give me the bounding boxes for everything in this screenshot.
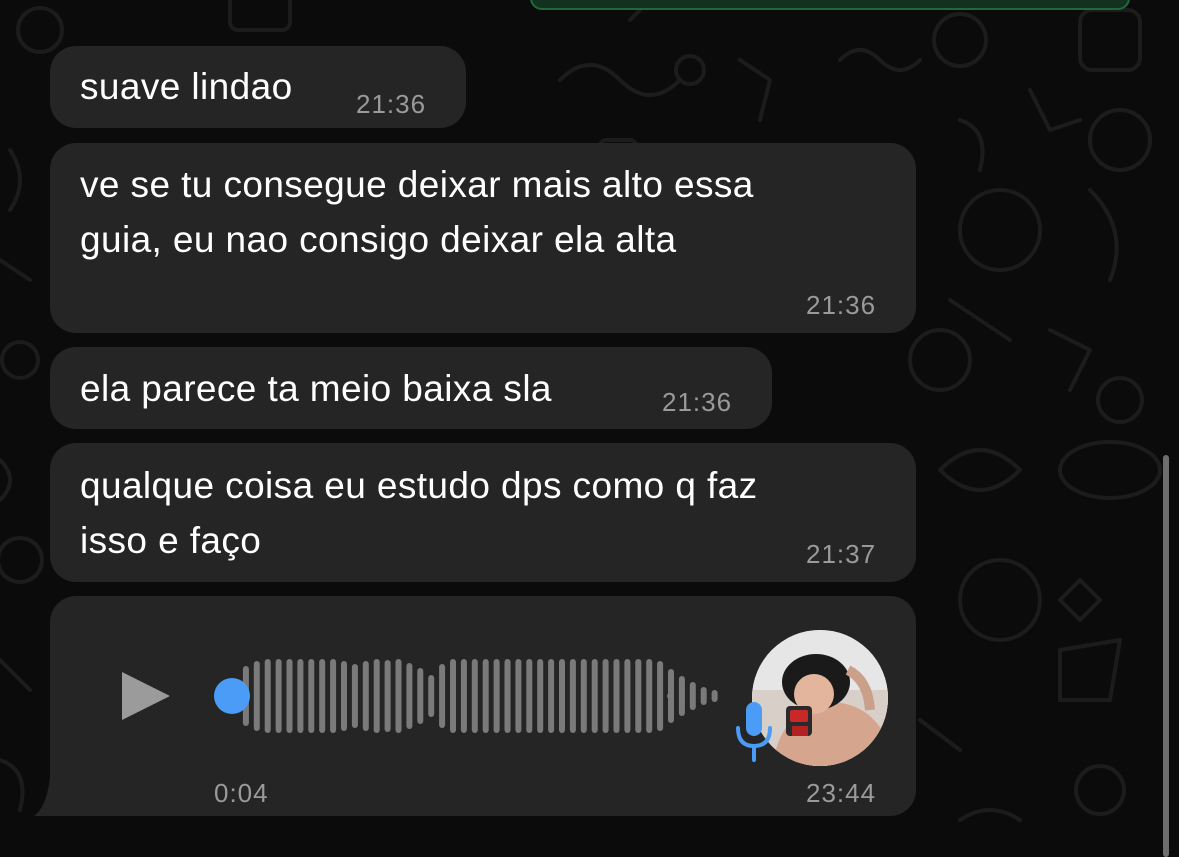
received-message[interactable]: ela parece ta meio baixa sla 21:36: [50, 347, 772, 429]
scrollbar[interactable]: [1163, 455, 1169, 857]
play-icon[interactable]: [118, 668, 174, 724]
message-timestamp: 21:36: [356, 89, 427, 119]
bubble-tail: [34, 778, 68, 816]
sent-message-edge[interactable]: [530, 0, 1130, 10]
received-message[interactable]: qualque coisa eu estudo dps como q faz i…: [50, 443, 916, 582]
message-timestamp: 23:44: [806, 778, 877, 808]
message-timestamp: 21:37: [806, 539, 877, 569]
voice-duration: 0:04: [214, 778, 269, 808]
received-message[interactable]: ve se tu consegue deixar mais alto essa …: [50, 143, 916, 333]
message-text: qualque coisa eu estudo dps como q faz i…: [80, 465, 758, 561]
message-timestamp: 21:36: [662, 387, 733, 417]
message-text: ela parece ta meio baixa sla: [80, 368, 552, 409]
message-timestamp: 21:36: [806, 290, 877, 320]
message-text: suave lindao: [80, 66, 293, 107]
microphone-icon: [736, 702, 772, 762]
message-text: ve se tu consegue deixar mais alto essa …: [80, 164, 754, 260]
received-message[interactable]: suave lindao 21:36: [50, 46, 466, 128]
